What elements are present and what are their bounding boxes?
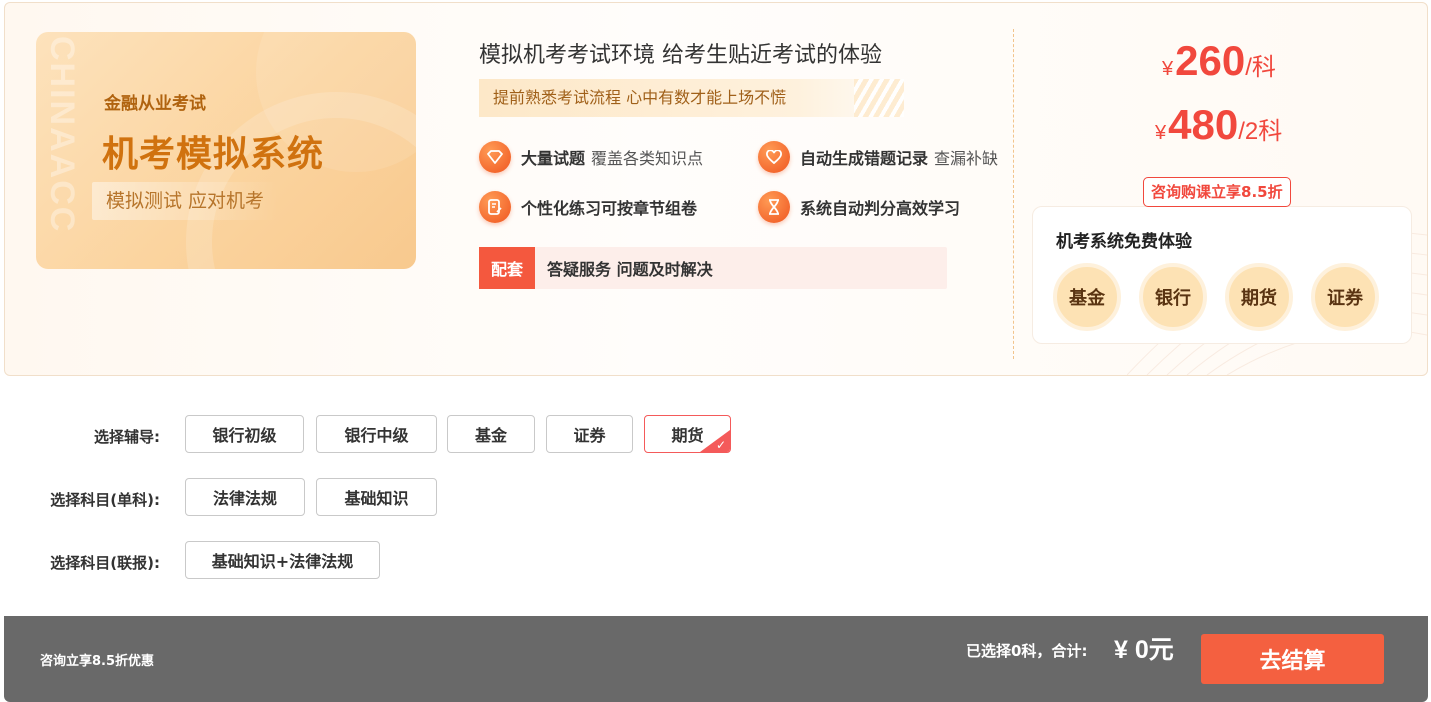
total-price: ¥ 0元 [1114, 636, 1174, 664]
selection-summary: 已选择0科，合计: [966, 642, 1088, 660]
headline: 模拟机考考试环境 给考生贴近考试的体验 [479, 43, 882, 68]
feature-title: 大量试题 [521, 149, 586, 168]
option-label: 期货 [671, 426, 704, 445]
divider [1013, 29, 1014, 359]
promo-badge[interactable]: 咨询购课立享8.5折 [1143, 177, 1291, 207]
option-basics-plus-law[interactable]: 基础知识+法律法规 [185, 541, 380, 579]
option-fund[interactable]: 基金 [447, 415, 535, 453]
feature-item: 大量试题 覆盖各类知识点 [479, 141, 703, 173]
tutoring-label: 选择辅导: [94, 428, 160, 446]
feature-item: 系统自动判分高效学习 [758, 191, 960, 223]
checkout-button[interactable]: 去结算 [1201, 634, 1384, 684]
hero-card: CHINAACC 金融从业考试 机考模拟系统 模拟测试 应对机考 [36, 32, 416, 269]
feature-title: 个性化练习可按章节组卷 [521, 199, 698, 218]
support-text: 答疑服务 问题及时解决 [547, 260, 713, 279]
price-unit: /科 [1245, 54, 1276, 81]
feature-title: 系统自动判分高效学习 [800, 199, 961, 218]
support-bar: 配套 答疑服务 问题及时解决 [479, 247, 947, 289]
support-badge: 配套 [479, 247, 535, 289]
price-single: ¥ 260 /科 [1162, 37, 1276, 85]
strip-text: 提前熟悉考试流程 心中有数才能上场不慌 [493, 88, 787, 107]
feature-item: 个性化练习可按章节组卷 [479, 191, 697, 223]
discount-note: 咨询立享8.5折优惠 [40, 654, 155, 669]
option-bank-intermediate[interactable]: 银行中级 [316, 415, 437, 453]
single-subject-label: 选择科目(单科): [50, 491, 160, 509]
hero-subtitle: 金融从业考试 [104, 94, 206, 114]
hero-title: 机考模拟系统 [102, 134, 325, 175]
diamond-icon [479, 141, 511, 173]
currency-symbol: ¥ [1162, 58, 1174, 80]
combo-subject-label: 选择科目(联报): [50, 554, 160, 572]
trial-item-bank[interactable]: 银行 [1139, 263, 1207, 331]
document-edit-icon [479, 191, 511, 223]
checkout-bar: 咨询立享8.5折优惠 已选择0科，合计: ¥ 0元 去结算 [4, 616, 1428, 702]
price-unit: /2科 [1238, 118, 1283, 145]
feature-desc: 查漏补缺 [934, 149, 999, 168]
option-bank-junior[interactable]: 银行初级 [185, 415, 304, 453]
price-amount: 260 [1175, 37, 1246, 84]
headline-strip: 提前熟悉考试流程 心中有数才能上场不慌 [479, 79, 904, 117]
decorative-stripes [854, 79, 904, 117]
price-amount: 480 [1168, 101, 1239, 148]
option-securities[interactable]: 证券 [546, 415, 633, 453]
feature-item: 自动生成错题记录 查漏补缺 [758, 141, 998, 173]
heart-icon [758, 141, 790, 173]
free-trial-panel: 机考系统免费体验 基金 银行 期货 证券 [1032, 206, 1412, 344]
option-basics[interactable]: 基础知识 [316, 478, 437, 516]
feature-title: 自动生成错题记录 [800, 149, 929, 168]
price-double: ¥ 480 /2科 [1155, 101, 1282, 149]
option-futures[interactable]: 期货 ✓ [644, 415, 731, 453]
currency-symbol: ¥ [1155, 122, 1167, 144]
checkmark-icon: ✓ [715, 438, 726, 452]
option-law[interactable]: 法律法规 [185, 478, 305, 516]
hourglass-icon [758, 191, 790, 223]
trial-item-fund[interactable]: 基金 [1053, 263, 1121, 331]
trial-item-securities[interactable]: 证券 [1311, 263, 1379, 331]
product-banner: CHINAACC 金融从业考试 机考模拟系统 模拟测试 应对机考 模拟机考考试环… [4, 2, 1428, 376]
watermark-text: CHINAACC [43, 36, 81, 234]
hero-tagline: 模拟测试 应对机考 [92, 182, 279, 220]
feature-desc: 覆盖各类知识点 [591, 149, 704, 168]
trial-item-futures[interactable]: 期货 [1225, 263, 1293, 331]
free-trial-title: 机考系统免费体验 [1056, 232, 1192, 252]
